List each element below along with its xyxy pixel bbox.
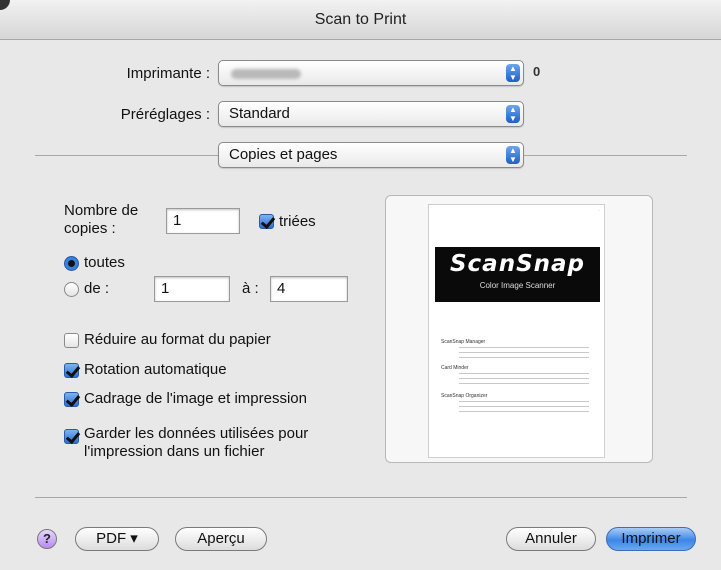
option-label-crop: Cadrage de l'image et impression xyxy=(84,390,307,407)
pages-to-label: à : xyxy=(242,280,259,297)
preview-rule xyxy=(459,357,589,358)
separator-right xyxy=(524,155,687,156)
panel-popup[interactable]: Copies et pages ▲ ▼ xyxy=(218,142,524,168)
preview-section-title: ScanSnap Organizer xyxy=(441,393,488,399)
pages-all-label: toutes xyxy=(84,254,125,271)
copies-input[interactable]: 1 xyxy=(166,208,240,234)
pages-to-input[interactable]: 4 xyxy=(270,276,348,302)
option-checkbox-auto-rotate[interactable] xyxy=(64,363,79,378)
printer-label: Imprimante : xyxy=(126,65,210,82)
pages-range-radio[interactable] xyxy=(64,282,79,297)
pages-range-label: de : xyxy=(84,280,110,297)
option-label-keep-data-line2: l'impression dans un fichier xyxy=(84,443,265,460)
preview-section-title: ScanSnap Manager xyxy=(441,339,486,345)
printer-name-redacted xyxy=(231,69,301,79)
preview-rule xyxy=(459,383,589,384)
copies-label-line2: copies : xyxy=(64,220,116,237)
option-checkbox-shrink[interactable] xyxy=(64,333,79,348)
print-dialog: Scan to Print Imprimante : ▲ ▼ 0 Prérégla… xyxy=(0,0,721,570)
printer-popup[interactable]: ▲ ▼ xyxy=(218,60,524,86)
pages-from-input[interactable]: 1 xyxy=(154,276,230,302)
scansnap-subtitle: Color Image Scanner xyxy=(479,281,556,290)
print-button[interactable]: Imprimer xyxy=(606,527,696,551)
separator-left xyxy=(35,155,218,156)
option-checkbox-keep-data[interactable] xyxy=(64,429,79,444)
window-title: Scan to Print xyxy=(0,0,721,40)
option-label-shrink: Réduire au format du papier xyxy=(84,331,271,348)
presets-popup[interactable]: Standard ▲ ▼ xyxy=(218,101,524,127)
preview-rule xyxy=(459,373,589,374)
preview-rule xyxy=(459,347,589,348)
help-button[interactable]: ? xyxy=(37,529,57,549)
presets-label: Préréglages : xyxy=(120,106,210,123)
preview-page: ∙ ScanSnap Color Image Scanner ScanSnap … xyxy=(428,204,605,458)
copies-label-line1: Nombre de xyxy=(64,202,139,219)
preview-section-title: Card Minder xyxy=(441,365,469,371)
popup-arrows-icon: ▲ ▼ xyxy=(506,146,520,164)
collate-label: triées xyxy=(279,213,316,230)
panel-value: Copies et pages xyxy=(229,146,338,163)
option-label-auto-rotate: Rotation automatique xyxy=(84,361,227,378)
page-corner-mark: ∙ xyxy=(598,208,600,214)
printer-status-icon: 0 xyxy=(533,64,541,79)
preview-rule xyxy=(459,378,589,379)
option-label-keep-data-line1: Garder les données utilisées pour xyxy=(84,425,309,442)
preview-rule xyxy=(459,406,589,407)
cancel-button[interactable]: Annuler xyxy=(506,527,596,551)
scansnap-logo: ScanSnap xyxy=(449,251,586,277)
pages-all-radio[interactable] xyxy=(64,256,79,271)
separator-bottom xyxy=(35,497,687,498)
pdf-menu-button[interactable]: PDF ▾ xyxy=(75,527,159,551)
preview-button[interactable]: Aperçu xyxy=(175,527,267,551)
popup-arrows-icon: ▲ ▼ xyxy=(506,105,520,123)
preview-rule xyxy=(459,411,589,412)
popup-arrows-icon: ▲ ▼ xyxy=(506,64,520,82)
preview-rule xyxy=(459,401,589,402)
scansnap-banner: ScanSnap Color Image Scanner xyxy=(435,247,600,302)
collate-checkbox[interactable] xyxy=(259,214,274,229)
option-checkbox-crop[interactable] xyxy=(64,392,79,407)
preview-rule xyxy=(459,352,589,353)
presets-value: Standard xyxy=(229,105,290,122)
